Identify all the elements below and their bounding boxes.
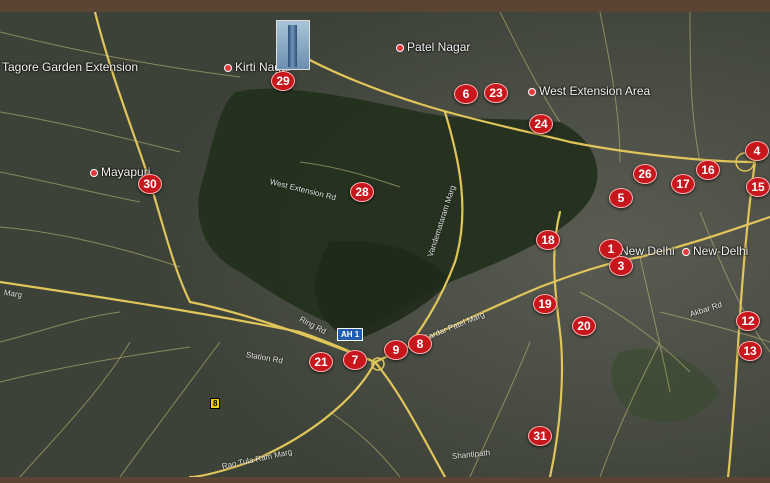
marker-13[interactable]: 13	[738, 341, 762, 361]
shield-nh8: 8	[210, 398, 221, 409]
place-patel-nagar[interactable]: Patel Nagar	[396, 40, 470, 54]
marker-4[interactable]: 4	[745, 141, 769, 161]
marker-8[interactable]: 8	[408, 334, 432, 354]
place-label: Tagore Garden Extension	[2, 60, 139, 74]
marker-12[interactable]: 12	[736, 311, 760, 331]
marker-24[interactable]: 24	[529, 114, 553, 134]
marker-17[interactable]: 17	[671, 174, 695, 194]
marker-6[interactable]: 6	[454, 84, 478, 104]
marker-19[interactable]: 19	[533, 294, 557, 314]
marker-26[interactable]: 26	[633, 164, 657, 184]
place-new-delhi[interactable]: New Delhi	[620, 244, 675, 258]
place-new-delhi-pin[interactable]: New-Delhi	[682, 244, 748, 258]
tower-icon	[288, 25, 297, 67]
marker-20[interactable]: 20	[572, 316, 596, 336]
marker-18[interactable]: 18	[536, 230, 560, 250]
map-frame: Patel Nagar Tagore Garden Extension Kirt…	[0, 0, 770, 483]
marker-21[interactable]: 21	[309, 352, 333, 372]
shield-ah1: AH 1	[337, 328, 364, 341]
marker-31[interactable]: 31	[528, 426, 552, 446]
marker-23[interactable]: 23	[484, 83, 508, 103]
pin-icon	[224, 63, 232, 72]
place-west-extension-area[interactable]: West Extension Area	[528, 84, 650, 98]
place-label: Patel Nagar	[407, 40, 471, 54]
marker-15[interactable]: 15	[746, 177, 770, 197]
marker-9[interactable]: 9	[384, 340, 408, 360]
place-label: New-Delhi	[693, 244, 749, 258]
marker-7[interactable]: 7	[343, 350, 367, 370]
place-tagore-garden-extension[interactable]: Tagore Garden Extension	[2, 60, 138, 74]
place-label: West Extension Area	[539, 84, 651, 98]
pin-icon	[396, 43, 404, 52]
marker-16[interactable]: 16	[696, 160, 720, 180]
marker-3[interactable]: 3	[609, 256, 633, 276]
marker-5[interactable]: 5	[609, 188, 633, 208]
pin-icon	[682, 247, 690, 256]
pin-icon	[528, 87, 536, 96]
marker-28[interactable]: 28	[350, 182, 374, 202]
pin-icon	[90, 168, 98, 177]
project-building-thumbnail[interactable]	[276, 20, 310, 70]
marker-30[interactable]: 30	[138, 174, 162, 194]
place-label: New Delhi	[620, 244, 675, 258]
marker-29[interactable]: 29	[271, 71, 295, 91]
